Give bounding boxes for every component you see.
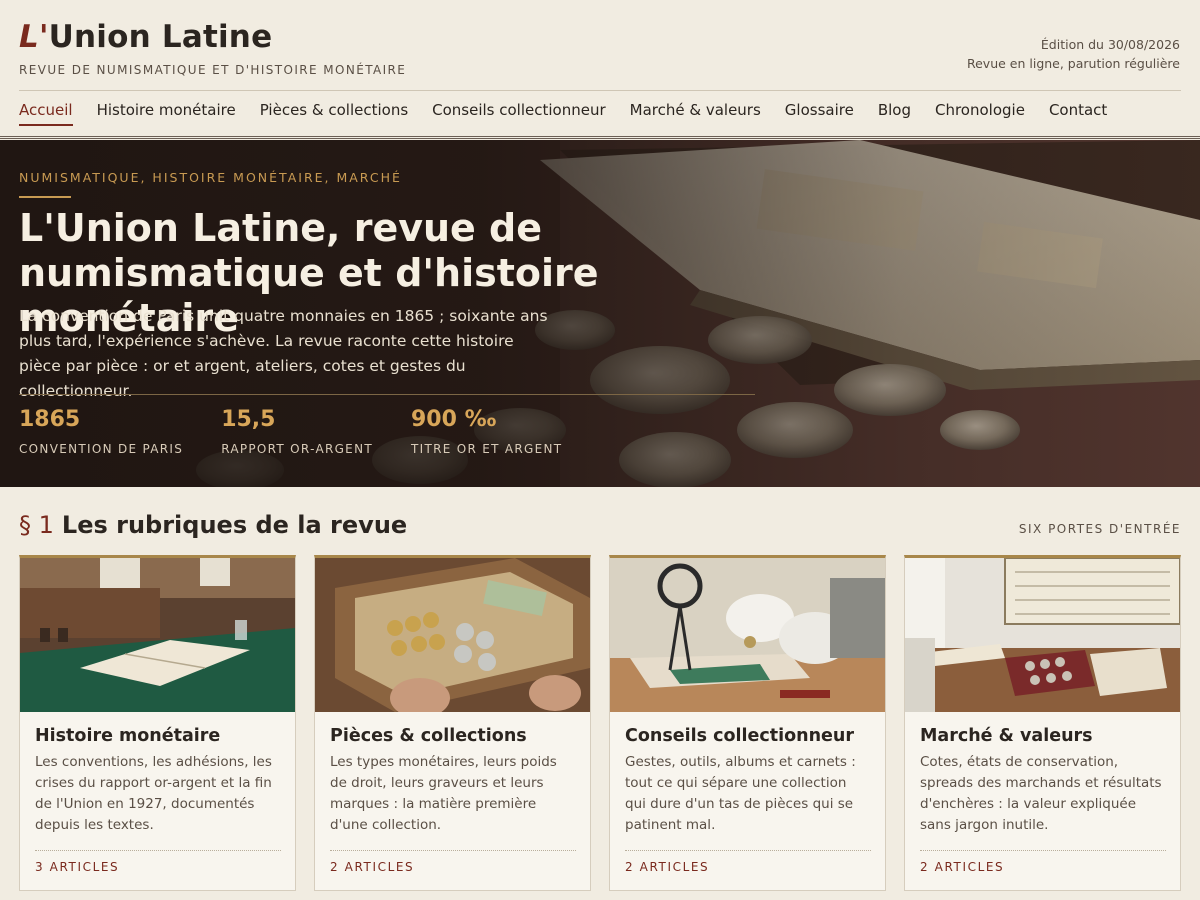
logo-mark: L' bbox=[19, 19, 49, 55]
nav-item-marche-valeurs[interactable]: Marché & valeurs bbox=[630, 101, 761, 125]
rubric-card-pieces[interactable]: Pièces & collections Les types monétaire… bbox=[314, 555, 591, 891]
site-tagline: REVUE DE NUMISMATIQUE ET D'HISTOIRE MONÉ… bbox=[19, 63, 407, 77]
stat-value: 900 ‰ bbox=[410, 407, 497, 432]
card-title: Pièces & collections bbox=[330, 726, 527, 746]
card-text: Les types monétaires, leurs poids de dro… bbox=[330, 754, 557, 833]
nav-double-rule bbox=[0, 136, 1200, 139]
card-article-count[interactable]: 3 ARTICLES bbox=[35, 850, 281, 874]
gloved-hands-photo bbox=[610, 558, 885, 712]
hero-lede: La convention de Paris unit quatre monna… bbox=[19, 307, 548, 400]
nav-item-histoire-monetaire[interactable]: Histoire monétaire bbox=[97, 101, 236, 125]
card-text: Cotes, états de conservation, spreads de… bbox=[920, 754, 1162, 833]
hero-stats: 1865 CONVENTION DE PARIS 15,5 RAPPORT OR… bbox=[19, 406, 600, 456]
card-article-count[interactable]: 2 ARTICLES bbox=[625, 850, 871, 874]
card-title: Histoire monétaire bbox=[35, 726, 221, 746]
section-aside: SIX PORTES D'ENTRÉE bbox=[1018, 522, 1181, 536]
nav-item-blog[interactable]: Blog bbox=[878, 101, 911, 125]
stat-value: 15,5 bbox=[221, 407, 276, 432]
edition-date: Édition du 30/08/2026 bbox=[1040, 37, 1180, 52]
rubric-card-conseils[interactable]: Conseils collectionneur Gestes, outils, … bbox=[609, 555, 886, 891]
card-article-count[interactable]: 2 ARTICLES bbox=[330, 850, 576, 874]
stat-convention: 1865 CONVENTION DE PARIS bbox=[19, 406, 183, 456]
card-title: Marché & valeurs bbox=[920, 726, 1093, 746]
hero-banner: NUMISMATIQUE, HISTOIRE MONÉTAIRE, MARCHÉ… bbox=[0, 140, 1200, 487]
card-article-count[interactable]: 2 ARTICLES bbox=[920, 850, 1166, 874]
reading-room-photo bbox=[20, 558, 295, 712]
stat-label: RAPPORT OR-ARGENT bbox=[221, 442, 373, 456]
section-header: § 1 Les rubriques de la revue SIX PORTES … bbox=[19, 511, 1181, 539]
stat-fineness: 900 ‰ TITRE OR ET ARGENT bbox=[411, 406, 562, 456]
section-title: Les rubriques de la revue bbox=[61, 511, 408, 539]
auction-table-photo bbox=[905, 558, 1180, 712]
hero-divider bbox=[19, 394, 755, 395]
nav-item-contact[interactable]: Contact bbox=[1049, 101, 1107, 125]
stat-label: CONVENTION DE PARIS bbox=[19, 442, 184, 456]
nav-item-accueil[interactable]: Accueil bbox=[19, 101, 73, 126]
hero-kicker-underline bbox=[19, 196, 71, 198]
section-number: § 1 bbox=[19, 511, 54, 539]
nav-item-pieces-collections[interactable]: Pièces & collections bbox=[260, 101, 408, 125]
nav-item-glossaire[interactable]: Glossaire bbox=[785, 101, 854, 125]
logo-text: Union Latine bbox=[48, 19, 273, 55]
hero-kicker: NUMISMATIQUE, HISTOIRE MONÉTAIRE, MARCHÉ bbox=[19, 170, 402, 185]
edition-note: Revue en ligne, parution régulière bbox=[966, 56, 1180, 71]
card-text: Les conventions, les adhésions, les cris… bbox=[35, 754, 272, 833]
site-logo[interactable]: L'Union Latine bbox=[19, 19, 272, 55]
nav-item-conseils-collectionneur[interactable]: Conseils collectionneur bbox=[432, 101, 606, 125]
card-title: Conseils collectionneur bbox=[625, 726, 855, 746]
stat-value: 1865 bbox=[19, 407, 81, 432]
edition-info: Édition du 30/08/2026 Revue en ligne, pa… bbox=[967, 35, 1180, 73]
stat-label: TITRE OR ET ARGENT bbox=[410, 442, 563, 456]
masthead: L'Union Latine REVUE DE NUMISMATIQUE ET … bbox=[0, 0, 1200, 91]
header-divider bbox=[19, 90, 1181, 91]
coin-drawer-photo bbox=[315, 558, 590, 712]
rubric-card-histoire[interactable]: Histoire monétaire Les conventions, les … bbox=[19, 555, 296, 891]
stat-ratio: 15,5 RAPPORT OR-ARGENT bbox=[221, 406, 373, 456]
nav-item-chronologie[interactable]: Chronologie bbox=[935, 101, 1025, 125]
card-text: Gestes, outils, albums et carnets : tout… bbox=[625, 754, 856, 833]
rubric-cards: Histoire monétaire Les conventions, les … bbox=[19, 555, 1181, 891]
main-nav: Accueil Histoire monétaire Pièces & coll… bbox=[19, 101, 1107, 126]
rubric-card-marche[interactable]: Marché & valeurs Cotes, états de conserv… bbox=[904, 555, 1181, 891]
